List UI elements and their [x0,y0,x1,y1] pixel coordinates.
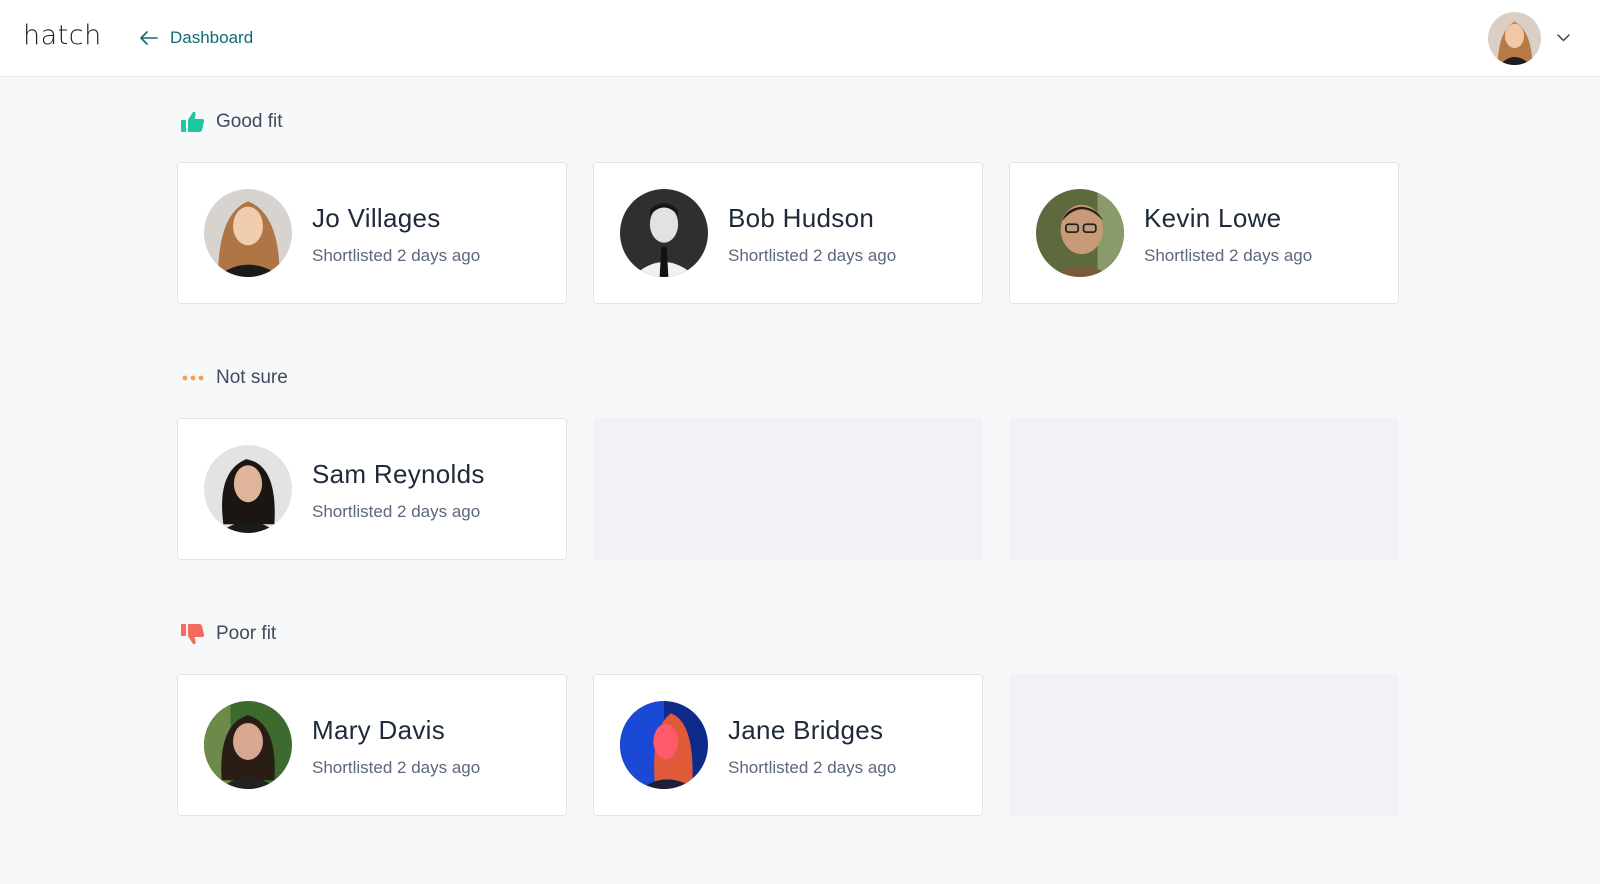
user-menu[interactable] [1488,11,1570,65]
thumbs-down-icon [181,622,205,646]
back-link-label: Dashboard [170,28,254,47]
hatch-logo[interactable]: hatch [23,20,102,51]
candidate-card[interactable]: Kevin Lowe Shortlisted 2 days ago [1009,162,1399,304]
section-header-good-fit: Good fit [181,109,283,135]
candidate-avatar [204,189,292,277]
candidate-name: Bob Hudson [728,203,875,233]
candidate-avatar [620,701,708,789]
shortlisted-time: Shortlisted 2 days ago [312,502,481,521]
empty-slot [1009,674,1399,816]
candidate-card[interactable]: Jo Villages Shortlisted 2 days ago [177,162,567,304]
candidate-card[interactable]: Mary Davis Shortlisted 2 days ago [177,674,567,816]
back-to-dashboard-link[interactable]: Dashboard [140,27,253,49]
empty-slot [593,418,983,560]
candidate-name: Sam Reynolds [312,459,485,489]
shortlisted-time: Shortlisted 2 days ago [728,758,897,777]
candidate-card[interactable]: Sam Reynolds Shortlisted 2 days ago [177,418,567,560]
arrow-left-icon [140,31,158,45]
candidate-avatar [1036,189,1124,277]
candidate-name: Mary Davis [312,715,446,745]
section-header-not-sure: Not sure [181,365,288,391]
shortlisted-time: Shortlisted 2 days ago [728,246,897,265]
empty-slot [1009,418,1399,560]
candidate-card[interactable]: Bob Hudson Shortlisted 2 days ago [593,162,983,304]
user-avatar [1488,11,1541,65]
candidate-name: Jane Bridges [728,715,884,745]
shortlisted-time: Shortlisted 2 days ago [1144,246,1313,265]
top-bar: hatch Dashboard [0,0,1600,77]
section-header-poor-fit: Poor fit [181,621,276,647]
shortlisted-time: Shortlisted 2 days ago [312,246,481,265]
candidate-avatar [204,701,292,789]
candidate-name: Kevin Lowe [1144,203,1282,233]
ellipsis-icon [181,366,205,390]
candidate-name: Jo Villages [312,203,441,233]
candidate-avatar [620,189,708,277]
candidate-avatar [204,445,292,533]
shortlisted-time: Shortlisted 2 days ago [312,758,481,777]
section-title: Not sure [216,367,288,388]
section-title: Poor fit [216,623,277,644]
candidate-card[interactable]: Jane Bridges Shortlisted 2 days ago [593,674,983,816]
chevron-down-icon [1557,29,1570,47]
section-title: Good fit [216,111,283,132]
thumbs-up-icon [181,110,205,134]
